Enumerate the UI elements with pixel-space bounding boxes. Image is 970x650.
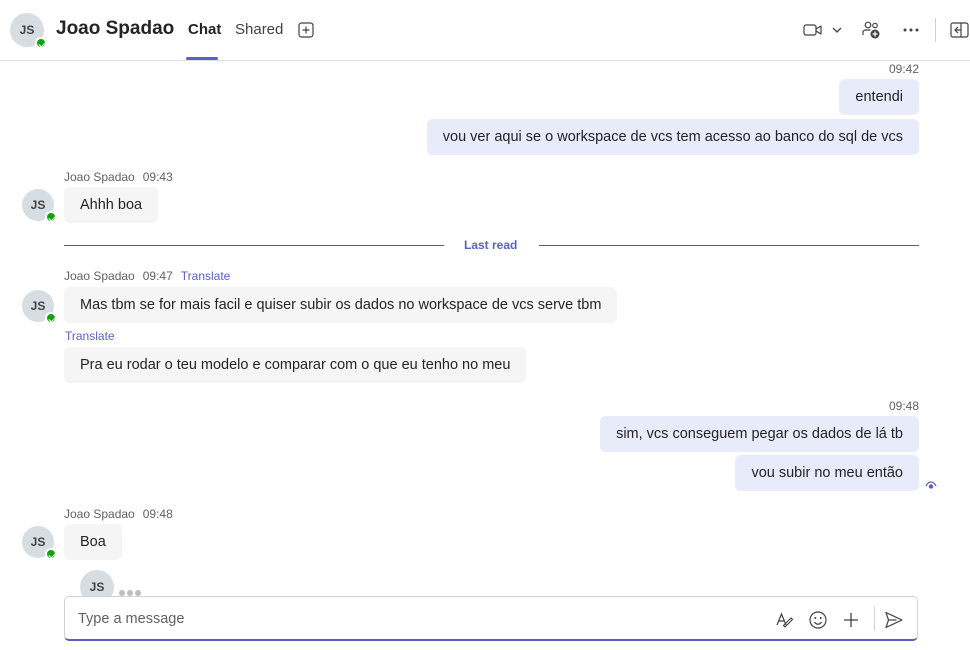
avatar[interactable]: JS <box>22 189 57 223</box>
message-timestamp: 09:48 <box>889 399 920 413</box>
video-camera-icon <box>803 24 822 36</box>
add-people-button[interactable] <box>860 18 882 42</box>
incoming-message[interactable]: Boa <box>64 524 122 560</box>
incoming-message[interactable]: Ahhh boa <box>64 187 159 223</box>
tab-chat[interactable]: Chat <box>188 21 221 38</box>
format-pen-icon <box>776 612 794 628</box>
message-timestamp: 09:42 <box>889 62 920 76</box>
active-tab-indicator <box>186 57 218 60</box>
add-tab-icon <box>298 22 314 38</box>
presence-available-icon <box>45 548 57 560</box>
avatar[interactable]: JS <box>22 290 57 324</box>
presence-available-icon <box>45 312 57 324</box>
chevron-down-icon <box>832 27 842 33</box>
outgoing-message[interactable]: vou ver aqui se o workspace de vcs tem a… <box>426 119 919 155</box>
chat-title[interactable]: Joao Spadao <box>56 18 174 40</box>
presence-available-icon <box>45 211 57 223</box>
message-timestamp: 09:43 <box>142 170 173 184</box>
message-meta: Joao Spadao 09:48 <box>64 507 173 521</box>
translate-link[interactable]: Translate <box>181 269 231 283</box>
sender-name: Joao Spadao <box>64 269 135 283</box>
emoji-icon <box>809 611 827 629</box>
side-panel-icon <box>950 22 969 38</box>
people-add-icon <box>862 21 880 39</box>
incoming-message[interactable]: Mas tbm se for mais facil e quiser subir… <box>64 287 618 323</box>
attach-button[interactable] <box>839 608 863 632</box>
add-tab-button[interactable] <box>296 20 316 40</box>
presence-available-icon <box>35 37 47 49</box>
message-meta: Joao Spadao 09:47 Translate <box>64 269 230 283</box>
tab-shared[interactable]: Shared <box>235 21 283 38</box>
message-timestamp: 09:48 <box>142 507 173 521</box>
format-button[interactable] <box>773 608 797 632</box>
outgoing-message[interactable]: entendi <box>839 79 919 115</box>
sender-name: Joao Spadao <box>64 170 135 184</box>
avatar-initials: JS <box>30 299 46 313</box>
header-separator <box>935 18 936 42</box>
chat-header: JS Joao Spadao Chat Shared <box>0 0 970 61</box>
open-side-panel-button[interactable] <box>948 18 970 42</box>
emoji-button[interactable] <box>806 608 830 632</box>
last-read-label: Last read <box>464 238 518 252</box>
last-read-divider: Last read <box>64 238 919 252</box>
seen-eye-icon <box>925 481 937 489</box>
message-timestamp: 09:47 <box>142 269 173 283</box>
more-options-button[interactable] <box>900 18 922 42</box>
compose-separator <box>874 607 875 631</box>
incoming-message[interactable]: Pra eu rodar o teu modelo e comparar com… <box>64 347 527 383</box>
sender-name: Joao Spadao <box>64 507 135 521</box>
outgoing-message[interactable]: sim, vcs conseguem pegar os dados de lá … <box>600 416 919 452</box>
more-options-icon <box>903 28 919 32</box>
translate-link[interactable]: Translate <box>65 329 115 343</box>
avatar-initials: JS <box>30 535 46 549</box>
message-meta: Joao Spadao 09:43 <box>64 170 173 184</box>
divider-line <box>539 245 919 246</box>
divider-line <box>64 245 444 246</box>
avatar-initials: JS <box>30 198 46 212</box>
plus-icon <box>844 613 858 627</box>
avatar[interactable]: JS <box>22 526 57 560</box>
message-input[interactable] <box>78 609 758 629</box>
send-icon <box>885 611 903 629</box>
avatar-initials: JS <box>19 23 35 37</box>
video-call-button[interactable] <box>800 18 846 42</box>
outgoing-message[interactable]: vou subir no meu então <box>735 455 919 491</box>
compose-box <box>64 596 918 641</box>
send-button[interactable] <box>882 608 906 632</box>
avatar[interactable]: JS <box>10 13 47 49</box>
